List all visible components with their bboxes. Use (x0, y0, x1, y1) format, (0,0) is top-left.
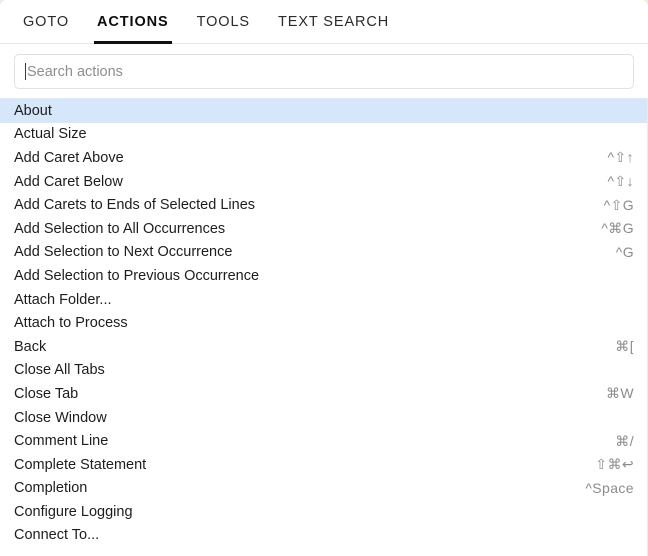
tab-text-search[interactable]: TEXT SEARCH (269, 0, 398, 44)
shortcut-label: ⌘/ (615, 432, 634, 449)
shortcut-label: ^⇧↓ (607, 173, 634, 190)
shortcut-label: ⌘[ (615, 338, 634, 355)
action-label: Add Selection to Previous Occurrence (14, 267, 260, 284)
results-list[interactable]: About Actual Size Add Caret Above ^⇧↑ Add Ca… (0, 99, 648, 556)
tab-label: GOTO (23, 14, 70, 30)
action-label: Add Caret Below (14, 173, 123, 190)
action-label: Add Carets to Ends of Selected Lines (14, 197, 256, 214)
list-item[interactable]: Comment Line ⌘/ (0, 429, 648, 453)
list-item[interactable]: Complete Statement ⇧⌘↩ (0, 453, 648, 477)
action-label: About (14, 102, 52, 119)
list-item[interactable]: Add Selection to Next Occurrence ^G (0, 241, 648, 265)
list-item[interactable]: Connect To... (0, 524, 648, 548)
command-palette: GOTO ACTIONS TOOLS TEXT SEARCH About Actual … (0, 0, 648, 556)
list-item[interactable]: Close Window (0, 406, 648, 430)
tab-goto[interactable]: GOTO (14, 0, 78, 44)
tab-bar: GOTO ACTIONS TOOLS TEXT SEARCH (0, 0, 648, 44)
list-item[interactable]: Add Selection to Previous Occurrence (0, 264, 648, 288)
shortcut-label: ⇧⌘↩ (595, 456, 634, 473)
action-label: Configure Logging (14, 503, 133, 520)
action-label: Completion (14, 480, 88, 497)
shortcut-label: ^⌘G (601, 220, 634, 237)
search-row (0, 44, 648, 99)
action-label: Attach to Process (14, 315, 128, 332)
list-item[interactable]: Close Tab ⌘W (0, 382, 648, 406)
results-panel: About Actual Size Add Caret Above ^⇧↑ Add Ca… (0, 99, 648, 556)
list-item[interactable]: Close All Tabs (0, 359, 648, 383)
shortcut-label: ^⇧↑ (607, 149, 634, 166)
action-label: Back (14, 338, 47, 355)
action-label: Comment Line (14, 433, 109, 450)
list-item[interactable]: Add Caret Above ^⇧↑ (0, 146, 648, 170)
list-item[interactable]: Completion ^Space (0, 477, 648, 501)
tab-actions[interactable]: ACTIONS (88, 0, 178, 44)
list-item[interactable]: Attach to Process (0, 311, 648, 335)
tab-tools[interactable]: TOOLS (188, 0, 259, 44)
shortcut-label: ^Space (585, 480, 634, 497)
action-label: Close Tab (14, 385, 79, 402)
action-label: Close All Tabs (14, 362, 105, 379)
list-item[interactable]: Add Selection to All Occurrences ^⌘G (0, 217, 648, 241)
tab-label: ACTIONS (97, 14, 169, 30)
action-label: Connect To... (14, 527, 100, 544)
action-label: Add Selection to Next Occurrence (14, 244, 233, 261)
shortcut-label: ^G (615, 244, 634, 261)
action-label: Add Caret Above (14, 149, 124, 166)
action-label: Actual Size (14, 126, 87, 143)
list-item[interactable]: Add Caret Below ^⇧↓ (0, 170, 648, 194)
shortcut-label: ⌘W (605, 385, 634, 402)
action-label: Complete Statement (14, 456, 147, 473)
list-item[interactable]: Back ⌘[ (0, 335, 648, 359)
list-item[interactable]: Attach Folder... (0, 288, 648, 312)
shortcut-label: ^⇧G (603, 196, 634, 213)
search-input[interactable] (26, 55, 623, 88)
list-item[interactable]: Actual Size (0, 123, 648, 147)
list-item[interactable]: About (0, 99, 648, 123)
tab-label: TOOLS (196, 14, 250, 30)
action-label: Close Window (14, 409, 107, 426)
list-item[interactable]: Configure Logging (0, 500, 648, 524)
search-box[interactable] (14, 54, 634, 89)
tab-label: TEXT SEARCH (277, 14, 390, 30)
list-item[interactable]: Add Carets to Ends of Selected Lines ^⇧G (0, 193, 648, 217)
action-label: Add Selection to All Occurrences (14, 220, 226, 237)
action-label: Attach Folder... (14, 291, 112, 308)
